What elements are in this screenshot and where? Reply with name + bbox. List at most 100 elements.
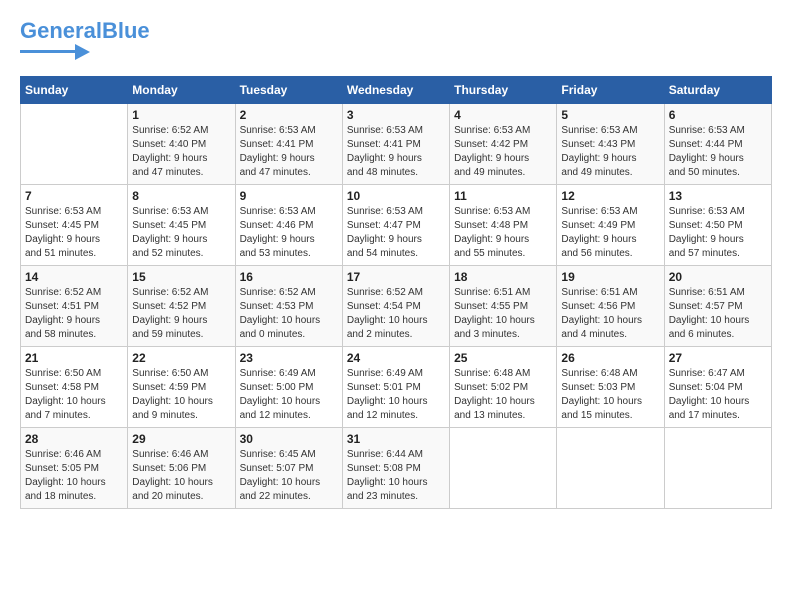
page-header: GeneralBlue xyxy=(20,20,772,60)
calendar-cell: 14 Sunrise: 6:52 AM Sunset: 4:51 PM Dayli… xyxy=(21,266,128,347)
calendar-cell: 19 Sunrise: 6:51 AM Sunset: 4:56 PM Dayli… xyxy=(557,266,664,347)
day-info: Sunrise: 6:47 AM Sunset: 5:04 PM Dayligh… xyxy=(669,367,767,423)
day-info: Sunrise: 6:50 AM Sunset: 4:58 PM Dayligh… xyxy=(25,367,123,423)
calendar-week-row: 1 Sunrise: 6:52 AM Sunset: 4:40 PM Daylig… xyxy=(21,104,772,185)
logo-text: GeneralBlue xyxy=(20,20,150,42)
day-info: Sunrise: 6:48 AM Sunset: 5:03 PM Dayligh… xyxy=(561,367,659,423)
calendar-cell: 16Sunrise: 6:52 AM Sunset: 4:53 PM Dayli… xyxy=(235,266,342,347)
day-number: 9 xyxy=(240,189,338,203)
calendar-cell xyxy=(450,428,557,509)
calendar-cell xyxy=(21,104,128,185)
calendar-cell: 12 Sunrise: 6:53 AM Sunset: 4:49 PM Dayli… xyxy=(557,185,664,266)
calendar-cell: 1 Sunrise: 6:52 AM Sunset: 4:40 PM Daylig… xyxy=(128,104,235,185)
day-info: Sunrise: 6:45 AM Sunset: 5:07 PM Dayligh… xyxy=(240,448,338,504)
calendar-cell: 10 Sunrise: 6:53 AM Sunset: 4:47 PM Dayli… xyxy=(342,185,449,266)
day-number: 5 xyxy=(561,108,659,122)
day-number: 27 xyxy=(669,351,767,365)
day-info: Sunrise: 6:53 AM Sunset: 4:48 PM Dayligh… xyxy=(454,205,552,261)
day-number: 16 xyxy=(240,270,338,284)
calendar-cell: 6 Sunrise: 6:53 AM Sunset: 4:44 PM Daylig… xyxy=(664,104,771,185)
day-info: Sunrise: 6:51 AM Sunset: 4:55 PM Dayligh… xyxy=(454,286,552,342)
calendar-cell: 15 Sunrise: 6:52 AM Sunset: 4:52 PM Dayli… xyxy=(128,266,235,347)
day-info: Sunrise: 6:53 AM Sunset: 4:46 PM Dayligh… xyxy=(240,205,338,261)
day-info: Sunrise: 6:53 AM Sunset: 4:49 PM Dayligh… xyxy=(561,205,659,261)
day-info: Sunrise: 6:52 AM Sunset: 4:54 PM Dayligh… xyxy=(347,286,445,342)
day-number: 17 xyxy=(347,270,445,284)
day-info: Sunrise: 6:52 AM Sunset: 4:52 PM Dayligh… xyxy=(132,286,230,342)
day-info: Sunrise: 6:53 AM Sunset: 4:47 PM Dayligh… xyxy=(347,205,445,261)
day-of-week-header: Tuesday xyxy=(235,77,342,104)
day-number: 2 xyxy=(240,108,338,122)
calendar-cell: 24 Sunrise: 6:49 AM Sunset: 5:01 PM Dayli… xyxy=(342,347,449,428)
day-number: 21 xyxy=(25,351,123,365)
day-of-week-header: Saturday xyxy=(664,77,771,104)
calendar-cell: 13 Sunrise: 6:53 AM Sunset: 4:50 PM Dayli… xyxy=(664,185,771,266)
day-info: Sunrise: 6:53 AM Sunset: 4:41 PM Dayligh… xyxy=(240,124,338,180)
day-number: 15 xyxy=(132,270,230,284)
calendar-cell: 2 Sunrise: 6:53 AM Sunset: 4:41 PM Daylig… xyxy=(235,104,342,185)
day-number: 31 xyxy=(347,432,445,446)
day-info: Sunrise: 6:51 AM Sunset: 4:56 PM Dayligh… xyxy=(561,286,659,342)
day-of-week-header: Thursday xyxy=(450,77,557,104)
day-number: 14 xyxy=(25,270,123,284)
day-number: 30 xyxy=(240,432,338,446)
logo-general: General xyxy=(20,18,102,43)
calendar-cell: 26 Sunrise: 6:48 AM Sunset: 5:03 PM Dayli… xyxy=(557,347,664,428)
calendar-cell: 25 Sunrise: 6:48 AM Sunset: 5:02 PM Dayli… xyxy=(450,347,557,428)
day-of-week-header: Sunday xyxy=(21,77,128,104)
day-info: Sunrise: 6:48 AM Sunset: 5:02 PM Dayligh… xyxy=(454,367,552,423)
day-number: 19 xyxy=(561,270,659,284)
day-info: Sunrise: 6:46 AM Sunset: 5:05 PM Dayligh… xyxy=(25,448,123,504)
calendar-cell: 4 Sunrise: 6:53 AM Sunset: 4:42 PM Daylig… xyxy=(450,104,557,185)
day-info: Sunrise: 6:44 AM Sunset: 5:08 PM Dayligh… xyxy=(347,448,445,504)
day-info: Sunrise: 6:49 AM Sunset: 5:00 PM Dayligh… xyxy=(240,367,338,423)
calendar-cell: 5Sunrise: 6:53 AM Sunset: 4:43 PM Daylig… xyxy=(557,104,664,185)
day-number: 8 xyxy=(132,189,230,203)
calendar-cell: 23 Sunrise: 6:49 AM Sunset: 5:00 PM Dayli… xyxy=(235,347,342,428)
calendar-cell: 17 Sunrise: 6:52 AM Sunset: 4:54 PM Dayli… xyxy=(342,266,449,347)
day-number: 24 xyxy=(347,351,445,365)
calendar-cell: 7Sunrise: 6:53 AM Sunset: 4:45 PM Daylig… xyxy=(21,185,128,266)
day-number: 25 xyxy=(454,351,552,365)
calendar-cell: 20Sunrise: 6:51 AM Sunset: 4:57 PM Dayli… xyxy=(664,266,771,347)
day-info: Sunrise: 6:52 AM Sunset: 4:40 PM Dayligh… xyxy=(132,124,230,180)
day-number: 6 xyxy=(669,108,767,122)
day-number: 13 xyxy=(669,189,767,203)
calendar-week-row: 7Sunrise: 6:53 AM Sunset: 4:45 PM Daylig… xyxy=(21,185,772,266)
day-number: 29 xyxy=(132,432,230,446)
day-number: 12 xyxy=(561,189,659,203)
day-info: Sunrise: 6:53 AM Sunset: 4:45 PM Dayligh… xyxy=(132,205,230,261)
day-info: Sunrise: 6:50 AM Sunset: 4:59 PM Dayligh… xyxy=(132,367,230,423)
day-number: 23 xyxy=(240,351,338,365)
day-number: 3 xyxy=(347,108,445,122)
day-number: 10 xyxy=(347,189,445,203)
calendar-cell: 29 Sunrise: 6:46 AM Sunset: 5:06 PM Dayli… xyxy=(128,428,235,509)
day-number: 11 xyxy=(454,189,552,203)
calendar-cell: 21 Sunrise: 6:50 AM Sunset: 4:58 PM Dayli… xyxy=(21,347,128,428)
day-info: Sunrise: 6:49 AM Sunset: 5:01 PM Dayligh… xyxy=(347,367,445,423)
day-info: Sunrise: 6:53 AM Sunset: 4:50 PM Dayligh… xyxy=(669,205,767,261)
day-of-week-header: Friday xyxy=(557,77,664,104)
day-info: Sunrise: 6:53 AM Sunset: 4:41 PM Dayligh… xyxy=(347,124,445,180)
day-number: 18 xyxy=(454,270,552,284)
calendar-cell: 8 Sunrise: 6:53 AM Sunset: 4:45 PM Daylig… xyxy=(128,185,235,266)
calendar-cell: 31 Sunrise: 6:44 AM Sunset: 5:08 PM Dayli… xyxy=(342,428,449,509)
day-of-week-header: Wednesday xyxy=(342,77,449,104)
calendar-week-row: 28 Sunrise: 6:46 AM Sunset: 5:05 PM Dayli… xyxy=(21,428,772,509)
day-number: 28 xyxy=(25,432,123,446)
day-info: Sunrise: 6:53 AM Sunset: 4:42 PM Dayligh… xyxy=(454,124,552,180)
calendar-cell: 30 Sunrise: 6:45 AM Sunset: 5:07 PM Dayli… xyxy=(235,428,342,509)
day-number: 26 xyxy=(561,351,659,365)
day-info: Sunrise: 6:53 AM Sunset: 4:44 PM Dayligh… xyxy=(669,124,767,180)
day-info: Sunrise: 6:46 AM Sunset: 5:06 PM Dayligh… xyxy=(132,448,230,504)
day-number: 4 xyxy=(454,108,552,122)
calendar-cell: 11 Sunrise: 6:53 AM Sunset: 4:48 PM Dayli… xyxy=(450,185,557,266)
calendar-cell xyxy=(557,428,664,509)
header-row: SundayMondayTuesdayWednesdayThursdayFrid… xyxy=(21,77,772,104)
calendar-week-row: 14 Sunrise: 6:52 AM Sunset: 4:51 PM Dayli… xyxy=(21,266,772,347)
day-number: 22 xyxy=(132,351,230,365)
day-number: 1 xyxy=(132,108,230,122)
calendar-cell: 22 Sunrise: 6:50 AM Sunset: 4:59 PM Dayli… xyxy=(128,347,235,428)
day-info: Sunrise: 6:52 AM Sunset: 4:51 PM Dayligh… xyxy=(25,286,123,342)
day-info: Sunrise: 6:53 AM Sunset: 4:45 PM Dayligh… xyxy=(25,205,123,261)
